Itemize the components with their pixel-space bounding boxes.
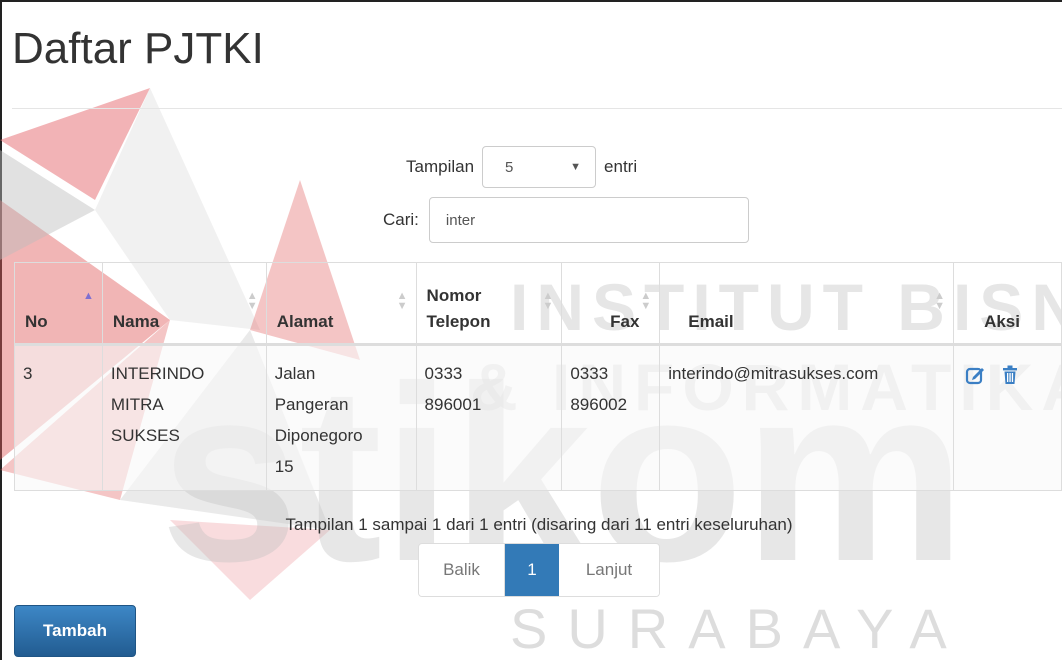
col-header-email[interactable]: Email ▲ ▼	[659, 262, 955, 346]
col-header-email-label: Email	[688, 312, 734, 331]
sort-both-icon: ▲ ▼	[640, 290, 652, 312]
col-header-alamat-label: Alamat	[276, 312, 334, 331]
col-header-aksi-label: Aksi	[984, 312, 1020, 331]
col-header-telepon-line2: Telepon	[426, 312, 491, 331]
table-info-text: Tampilan 1 sampai 1 dari 1 entri (disari…	[285, 515, 793, 534]
edit-icon[interactable]	[964, 364, 986, 386]
table-header-row: No ▲ Nama ▲ ▼ Alamat ▲ ▼ Nomor Telepon ▲ ▼ …	[14, 262, 1062, 346]
add-button[interactable]: Tambah	[14, 605, 136, 657]
page-length-control: Tampilan 5 ▼ entri	[406, 146, 637, 188]
trash-icon[interactable]	[999, 364, 1021, 386]
col-header-fax-label: Fax	[610, 312, 640, 331]
cell-telepon-line: 0333	[424, 364, 463, 383]
col-header-nama[interactable]: Nama ▲ ▼	[101, 262, 267, 346]
cell-telepon: 0333 896001	[415, 344, 563, 491]
cell-nama: INTERINDO MITRA SUKSES	[101, 344, 267, 491]
search-label: Cari:	[383, 210, 419, 229]
pagination-next-button[interactable]: Lanjut	[559, 544, 659, 596]
pjtki-table: No ▲ Nama ▲ ▼ Alamat ▲ ▼ Nomor Telepon ▲ ▼ …	[14, 262, 1062, 491]
page-length-select[interactable]: 5 ▼	[482, 146, 597, 188]
pagination-prev-button[interactable]: Balik	[419, 544, 505, 596]
cell-fax-line: 0333	[570, 364, 609, 383]
cell-alamat-line: Jalan	[274, 364, 316, 383]
sort-both-icon: ▲ ▼	[246, 290, 258, 312]
cell-fax-line: 896002	[570, 395, 628, 414]
col-header-telepon[interactable]: Nomor Telepon ▲ ▼	[415, 262, 563, 346]
length-prefix: Tampilan	[406, 157, 475, 176]
col-header-alamat[interactable]: Alamat ▲ ▼	[265, 262, 417, 346]
search-input[interactable]	[428, 197, 749, 243]
cell-aksi	[953, 344, 1062, 491]
cell-alamat-line: Pangeran	[274, 395, 349, 414]
sort-both-icon: ▲ ▼	[934, 290, 946, 312]
cell-nama-line: SUKSES	[110, 426, 180, 445]
cell-telepon-line: 896001	[424, 395, 482, 414]
col-header-fax[interactable]: Fax ▲ ▼	[561, 262, 661, 346]
cell-nama-line: MITRA	[110, 395, 164, 414]
title-divider	[12, 108, 1062, 109]
pagination-page-1[interactable]: 1	[505, 544, 559, 596]
search-control: Cari:	[383, 197, 749, 243]
table-row: 3 INTERINDO MITRA SUKSES Jalan Pangeran …	[14, 344, 1062, 491]
cell-nama-line: INTERINDO	[110, 364, 205, 383]
chevron-down-icon: ▼	[570, 161, 582, 173]
sort-both-icon: ▲ ▼	[542, 290, 554, 312]
col-header-no[interactable]: No ▲	[14, 262, 103, 346]
page-title: Daftar PJTKI	[12, 24, 264, 73]
length-suffix: entri	[604, 157, 638, 176]
page-length-value: 5	[505, 158, 514, 176]
sort-both-icon: ▲ ▼	[396, 290, 408, 312]
col-header-telepon-line1: Nomor	[426, 286, 482, 305]
cell-email: interindo@mitrasukses.com	[659, 344, 955, 491]
cell-alamat: Jalan Pangeran Diponegoro 15	[265, 344, 417, 491]
cell-fax: 0333 896002	[561, 344, 661, 491]
col-header-aksi: Aksi	[953, 262, 1062, 346]
cell-no: 3	[14, 344, 103, 491]
sort-asc-icon: ▲	[82, 290, 94, 302]
col-header-no-label: No	[25, 312, 48, 331]
cell-alamat-line: Diponegoro	[274, 426, 363, 445]
cell-alamat-line: 15	[274, 457, 294, 476]
pagination: Balik 1 Lanjut	[418, 543, 660, 597]
col-header-nama-label: Nama	[112, 312, 160, 331]
